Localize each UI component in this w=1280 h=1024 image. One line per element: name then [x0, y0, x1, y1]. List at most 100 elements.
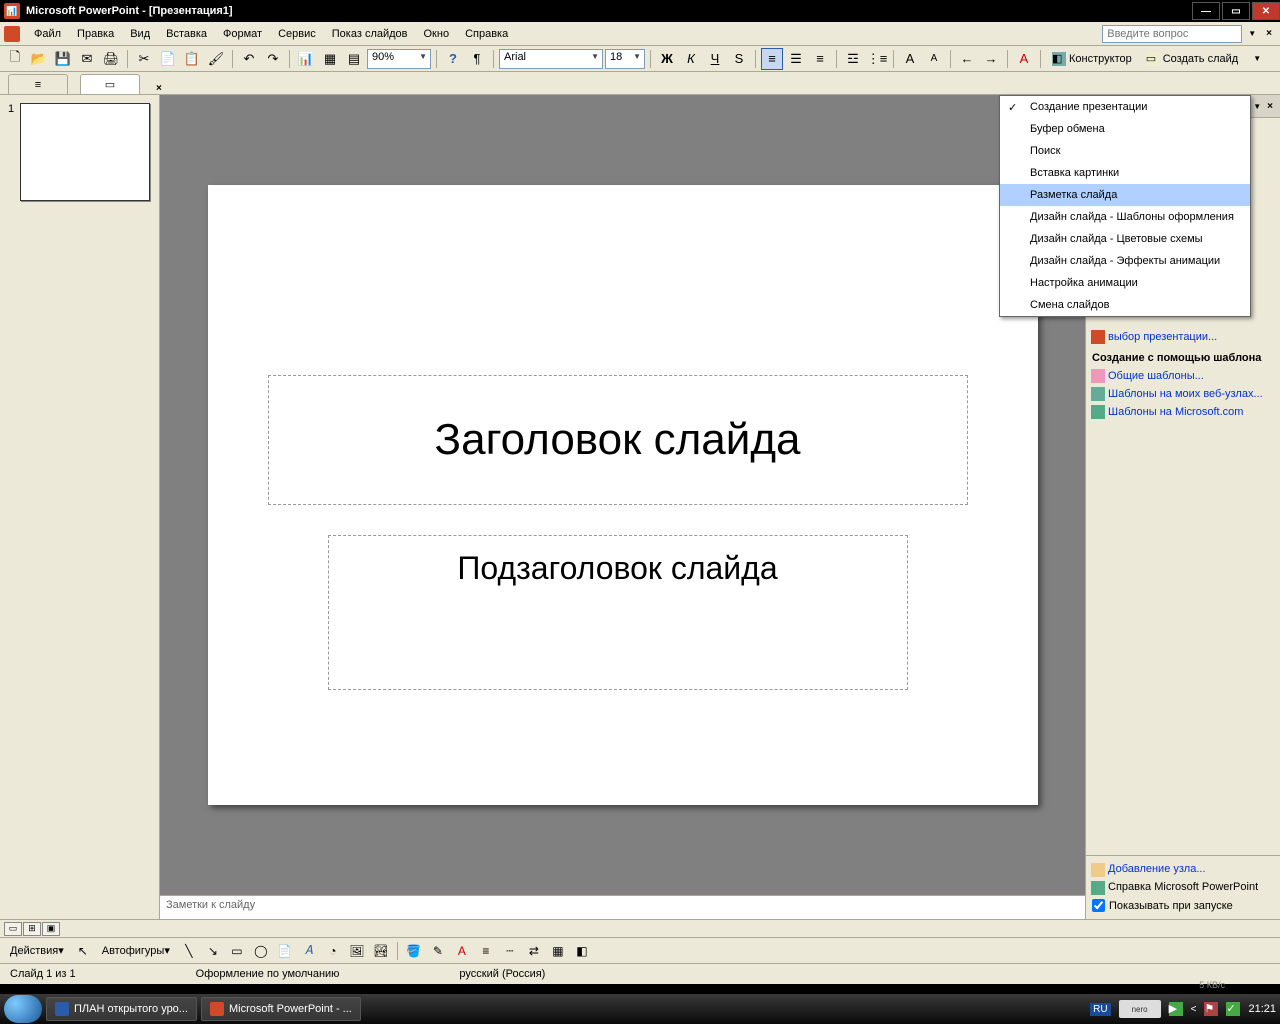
show-startup-checkbox[interactable]	[1092, 899, 1105, 912]
tab-close-button[interactable]: ×	[156, 83, 162, 94]
taskpane-close-button[interactable]: ×	[1264, 101, 1276, 112]
close-button[interactable]: ✕	[1252, 2, 1280, 20]
print-icon[interactable]: 🖨	[100, 48, 122, 70]
tables-borders-icon[interactable]: ▤	[343, 48, 365, 70]
taskbar-item-word[interactable]: ПЛАН открытого уро...	[46, 997, 197, 1021]
dd-item-slide-layout[interactable]: Разметка слайда	[1000, 184, 1250, 206]
tray-chevron-icon[interactable]: <	[1191, 1004, 1197, 1015]
diagram-icon[interactable]: ◔	[322, 940, 344, 962]
dd-item-insert-picture[interactable]: Вставка картинки	[1000, 162, 1250, 184]
menu-insert[interactable]: Вставка	[158, 25, 215, 43]
start-button[interactable]	[4, 995, 42, 1023]
rectangle-icon[interactable]: ▭	[226, 940, 248, 962]
maximize-button[interactable]: ▭	[1222, 2, 1250, 20]
align-right-button[interactable]: ≡	[809, 48, 831, 70]
dd-item-new-presentation[interactable]: ✓Создание презентации	[1000, 96, 1250, 118]
arrow-style-icon[interactable]: ⇄	[523, 940, 545, 962]
subtitle-placeholder[interactable]: Подзаголовок слайда	[328, 535, 908, 690]
dd-item-slide-transition[interactable]: Смена слайдов	[1000, 294, 1250, 316]
dd-item-design-colors[interactable]: Дизайн слайда - Цветовые схемы	[1000, 228, 1250, 250]
minimize-button[interactable]: —	[1192, 2, 1220, 20]
decrease-font-button[interactable]: A	[923, 48, 945, 70]
tab-slides[interactable]: ▭	[80, 74, 140, 94]
help-dropdown-icon[interactable]: ▼	[1246, 29, 1258, 38]
3d-icon[interactable]: ◧	[571, 940, 593, 962]
menu-file[interactable]: Файл	[26, 25, 69, 43]
dd-item-custom-animation[interactable]: Настройка анимации	[1000, 272, 1250, 294]
textbox-icon[interactable]: 📄	[274, 940, 296, 962]
paste-icon[interactable]: 📋	[181, 48, 203, 70]
menu-view[interactable]: Вид	[122, 25, 158, 43]
table-icon[interactable]: ▦	[319, 48, 341, 70]
wordart-icon[interactable]: 𝐴	[298, 940, 320, 962]
doc-close-button[interactable]: ×	[1262, 28, 1276, 39]
slide-thumbnail[interactable]	[20, 103, 150, 201]
redo-icon[interactable]: ↷	[262, 48, 284, 70]
save-icon[interactable]: 💾	[52, 48, 74, 70]
shadow-button[interactable]: S	[728, 48, 750, 70]
menu-edit[interactable]: Правка	[69, 25, 122, 43]
menu-help[interactable]: Справка	[457, 25, 516, 43]
increase-indent-button[interactable]: →	[980, 48, 1002, 70]
oval-icon[interactable]: ◯	[250, 940, 272, 962]
decrease-indent-button[interactable]: ←	[956, 48, 978, 70]
fontsize-combo[interactable]: 18	[605, 49, 645, 69]
taskpane-link-web-templates[interactable]: Шаблоны на моих веб-узлах...	[1086, 385, 1280, 403]
taskpane-link-hidden[interactable]: выбор презентации...	[1086, 328, 1280, 346]
taskbar-item-powerpoint[interactable]: Microsoft PowerPoint - ...	[201, 997, 361, 1021]
line-color-icon[interactable]: ✎	[427, 940, 449, 962]
nero-tray-icon[interactable]: nero	[1119, 1000, 1161, 1018]
align-left-button[interactable]: ≡	[761, 48, 783, 70]
line-icon[interactable]: ╲	[178, 940, 200, 962]
chart-icon[interactable]: 📊	[295, 48, 317, 70]
dash-style-icon[interactable]: ┄	[499, 940, 521, 962]
copy-icon[interactable]: 📄	[157, 48, 179, 70]
bullets-button[interactable]: ⋮≡	[866, 48, 888, 70]
language-indicator[interactable]: RU	[1090, 1003, 1110, 1016]
clipart-icon[interactable]: 🖼	[346, 940, 368, 962]
tab-outline[interactable]: ≡	[8, 74, 68, 94]
notes-pane[interactable]: Заметки к слайду	[160, 895, 1085, 919]
tray-icon-1[interactable]: ▶	[1169, 1002, 1183, 1016]
zoom-combo[interactable]: 90%	[367, 49, 431, 69]
select-icon[interactable]: ↖	[72, 940, 94, 962]
taskpane-help-link[interactable]: Справка Microsoft PowerPoint	[1086, 878, 1280, 896]
clock[interactable]: 21:21	[1248, 1003, 1276, 1015]
undo-icon[interactable]: ↶	[238, 48, 260, 70]
menu-tools[interactable]: Сервис	[270, 25, 324, 43]
font-combo[interactable]: Arial	[499, 49, 603, 69]
taskpane-link-ms-templates[interactable]: Шаблоны на Microsoft.com	[1086, 403, 1280, 421]
menu-format[interactable]: Формат	[215, 25, 270, 43]
arrow-icon[interactable]: ↘	[202, 940, 224, 962]
increase-font-button[interactable]: A	[899, 48, 921, 70]
dd-item-search[interactable]: Поиск	[1000, 140, 1250, 162]
new-icon[interactable]: 🗋	[4, 48, 26, 70]
taskpane-dropdown-button[interactable]: ▼	[1250, 102, 1264, 111]
new-slide-button[interactable]: ▭Создать слайд	[1140, 48, 1244, 70]
taskpane-add-node[interactable]: Добавление узла...	[1086, 860, 1280, 878]
design-button[interactable]: ◧Конструктор	[1046, 48, 1138, 70]
toolbar-overflow-icon[interactable]: ▼	[1246, 48, 1268, 70]
shadow-icon[interactable]: ▦	[547, 940, 569, 962]
slideshow-view-button[interactable]: ▣	[42, 922, 60, 936]
help-search-input[interactable]	[1102, 25, 1242, 43]
normal-view-button[interactable]: ▭	[4, 922, 22, 936]
taskpane-show-startup[interactable]: Показывать при запуске	[1086, 896, 1280, 915]
fill-color-icon[interactable]: 🪣	[403, 940, 425, 962]
dd-item-design-templates[interactable]: Дизайн слайда - Шаблоны оформления	[1000, 206, 1250, 228]
taskpane-link-general-templates[interactable]: Общие шаблоны...	[1086, 367, 1280, 385]
numbering-button[interactable]: ☲	[842, 48, 864, 70]
line-style-icon[interactable]: ≡	[475, 940, 497, 962]
draw-actions-menu[interactable]: Действия ▾	[4, 940, 70, 962]
help-icon[interactable]: ?	[442, 48, 464, 70]
title-placeholder[interactable]: Заголовок слайда	[268, 375, 968, 505]
autoshapes-menu[interactable]: Автофигуры ▾	[96, 940, 176, 962]
underline-button[interactable]: Ч	[704, 48, 726, 70]
tray-icon-3[interactable]: ✓	[1226, 1002, 1240, 1016]
italic-button[interactable]: К	[680, 48, 702, 70]
open-icon[interactable]: 📂	[28, 48, 50, 70]
format-painter-icon[interactable]: 🖌	[205, 48, 227, 70]
doc-control-icon[interactable]	[4, 26, 20, 42]
picture-icon[interactable]: 🏞	[370, 940, 392, 962]
align-center-button[interactable]: ☰	[785, 48, 807, 70]
